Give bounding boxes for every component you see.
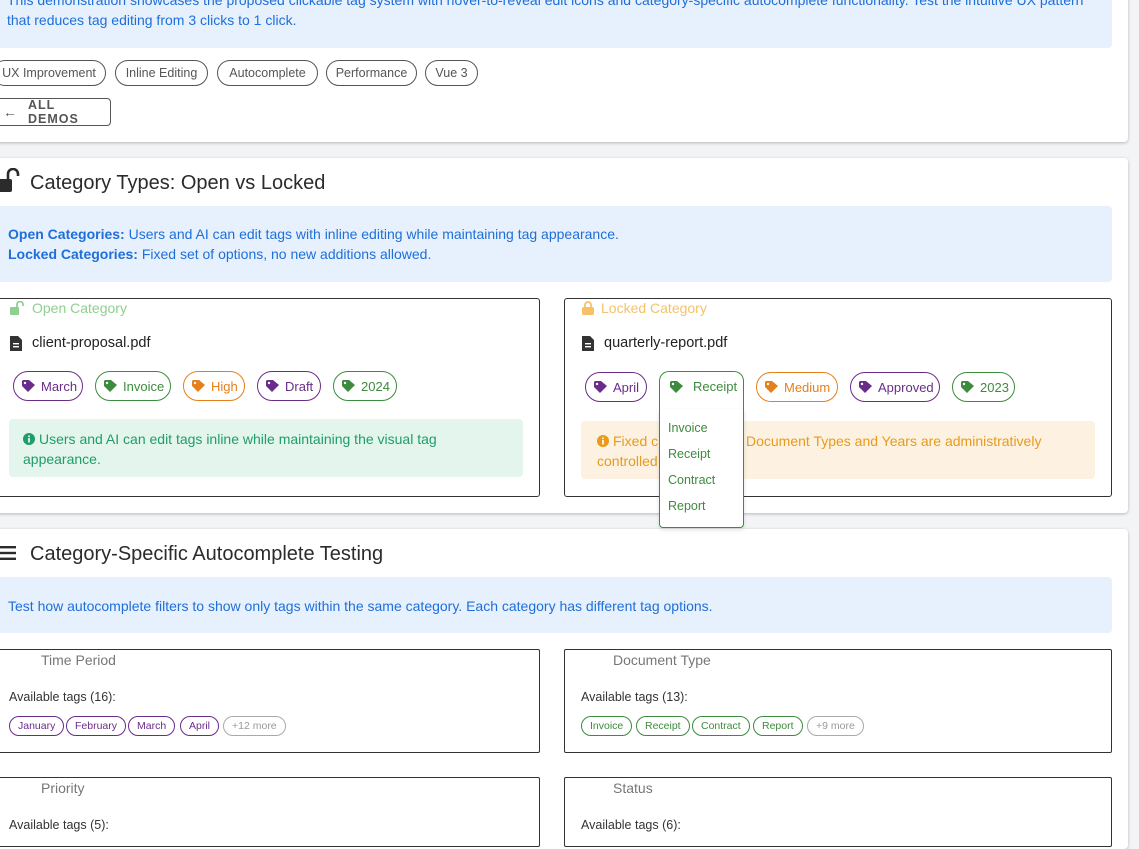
tag-icon — [342, 380, 355, 392]
tag-high[interactable]: High — [183, 371, 245, 401]
tag-april[interactable]: April — [585, 372, 647, 402]
chip-ux-improvement[interactable]: UX Improvement — [0, 60, 106, 86]
mini-tag[interactable]: Report — [753, 716, 803, 736]
locked-filename: quarterly-report.pdf — [604, 335, 728, 351]
locked-note-part1: Fixed c — [613, 433, 659, 449]
all-demos-label: ALL DEMOS — [28, 98, 79, 126]
available-tags-label: Available tags (6): — [581, 818, 681, 832]
open-categories-label: Open Categories: — [8, 226, 125, 242]
tag-medium[interactable]: Medium — [756, 372, 838, 402]
available-tags-label: Available tags (13): — [581, 690, 688, 704]
tag-icon — [266, 380, 279, 392]
autocomplete-dropdown[interactable]: Invoice Receipt Contract Report — [659, 409, 744, 528]
mini-tag[interactable]: Invoice — [581, 716, 633, 736]
tag-label: March — [41, 378, 78, 394]
open-category-note-text: Users and AI can edit tags inline while … — [23, 431, 437, 467]
info-icon — [23, 433, 35, 445]
tag-2023[interactable]: 2023 — [952, 372, 1015, 402]
category-title: Time Period — [41, 652, 116, 668]
tag-label: Receipt — [693, 379, 738, 394]
tag-icon — [765, 381, 778, 393]
mini-tag[interactable]: April — [180, 716, 220, 736]
tag-icon — [859, 381, 872, 393]
locked-category-header-label: Locked Category — [601, 300, 707, 316]
tag-icon — [594, 381, 607, 393]
open-category-header: Open Category — [10, 300, 127, 316]
locked-category-header: Locked Category — [582, 300, 707, 316]
tag-label: 2023 — [980, 379, 1009, 395]
document-icon — [10, 335, 22, 351]
dropdown-option-report[interactable]: Report — [660, 493, 743, 519]
tag-label: Approved — [878, 379, 934, 395]
autocomplete-desc: Test how autocomplete filters to show on… — [8, 598, 713, 614]
locked-categories-desc: Fixed set of options, no new additions a… — [141, 246, 432, 262]
mini-tag[interactable]: February — [66, 716, 127, 736]
tag-receipt-active[interactable]: Receipt — [659, 371, 744, 409]
lock-icon — [582, 301, 594, 315]
chip-vue3[interactable]: Vue 3 — [425, 60, 478, 86]
list-icon — [0, 545, 16, 566]
dropdown-option-invoice[interactable]: Invoice — [660, 415, 743, 441]
tag-label: High — [211, 378, 238, 394]
tag-icon — [961, 381, 974, 393]
open-file-row: client-proposal.pdf — [10, 335, 151, 351]
dropdown-option-contract[interactable]: Contract — [660, 467, 743, 493]
dropdown-option-receipt[interactable]: Receipt — [660, 441, 743, 467]
lock-open-small-icon — [10, 301, 24, 315]
more-tags-badge[interactable]: +12 more — [223, 716, 286, 736]
tag-icon — [670, 381, 683, 393]
tag-icon — [104, 380, 117, 392]
category-types-title: Category Types: Open vs Locked — [30, 172, 326, 194]
lock-open-icon — [0, 167, 20, 199]
tag-draft[interactable]: Draft — [257, 371, 321, 401]
locked-note-part2: Document Types and Years are administrat… — [746, 433, 1042, 449]
document-icon — [582, 335, 594, 351]
chip-performance[interactable]: Performance — [326, 60, 417, 86]
tag-label: Medium — [784, 379, 831, 395]
open-filename: client-proposal.pdf — [32, 335, 151, 351]
arrow-left-icon: ← — [3, 104, 18, 120]
mini-tag[interactable]: March — [128, 716, 176, 736]
tag-march[interactable]: March — [13, 371, 83, 401]
category-title: Priority — [41, 780, 85, 796]
dropdown-option-partial[interactable] — [660, 519, 743, 527]
tag-approved[interactable]: Approved — [850, 372, 940, 402]
intro-text: This demonstration showcases the propose… — [7, 0, 1084, 28]
info-icon — [597, 435, 609, 447]
chip-autocomplete[interactable]: Autocomplete — [217, 60, 318, 86]
locked-categories-label: Locked Categories: — [8, 246, 138, 262]
tag-2024[interactable]: 2024 — [333, 371, 397, 401]
category-title: Document Type — [613, 652, 711, 668]
tag-icon — [22, 380, 35, 392]
mini-tag[interactable]: January — [9, 716, 65, 736]
tag-invoice[interactable]: Invoice — [95, 371, 171, 401]
category-title: Status — [613, 780, 653, 796]
tag-label: 2024 — [361, 378, 390, 394]
tag-icon — [192, 380, 205, 392]
category-types-info: Open Categories: Users and AI can edit t… — [0, 206, 1112, 282]
mini-tag[interactable]: Contract — [692, 716, 750, 736]
available-tags-label: Available tags (5): — [9, 818, 109, 832]
tag-label: Invoice — [123, 378, 165, 394]
all-demos-button[interactable]: ← ALL DEMOS — [0, 98, 111, 126]
autocomplete-title: Category-Specific Autocomplete Testing — [30, 543, 384, 565]
open-category-note: Users and AI can edit tags inline while … — [9, 419, 523, 477]
locked-file-row: quarterly-report.pdf — [582, 335, 727, 351]
mini-tag[interactable]: Receipt — [636, 716, 690, 736]
tag-label: April — [613, 379, 640, 395]
more-tags-badge[interactable]: +9 more — [807, 716, 864, 736]
available-tags-label: Available tags (16): — [9, 690, 116, 704]
open-category-header-label: Open Category — [32, 300, 127, 316]
chip-inline-editing[interactable]: Inline Editing — [115, 60, 208, 86]
tag-label: Draft — [285, 378, 314, 394]
autocomplete-info: Test how autocomplete filters to show on… — [0, 577, 1112, 633]
open-categories-desc: Users and AI can edit tags with inline e… — [128, 226, 619, 242]
